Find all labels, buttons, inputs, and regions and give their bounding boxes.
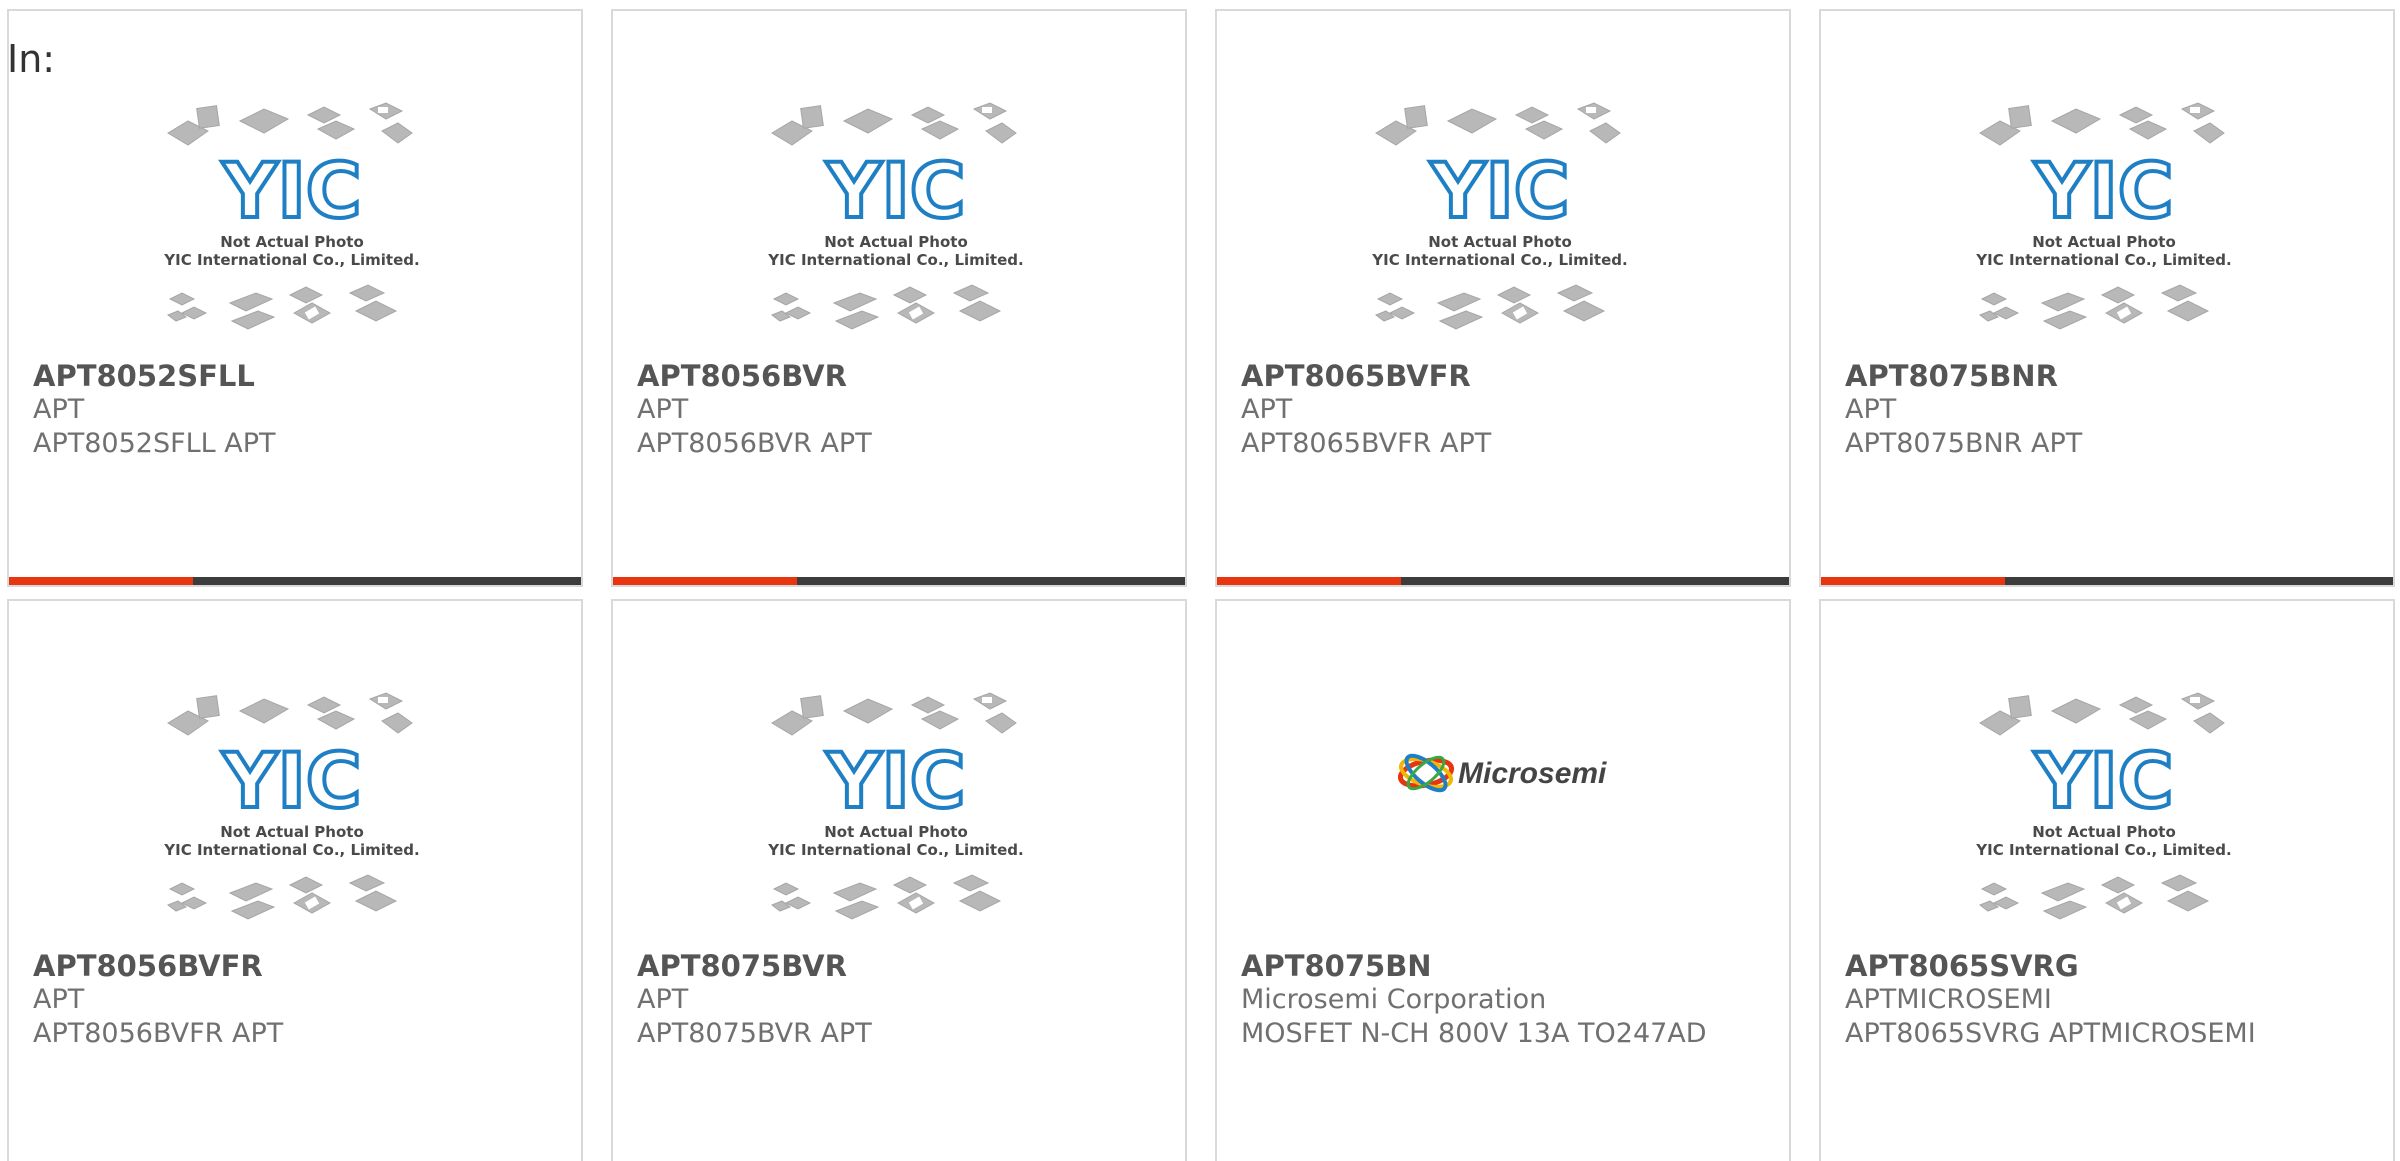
yic-company-text: YIC International Co., Limited. (767, 841, 1023, 859)
yic-logo-text: YIC (825, 146, 965, 235)
yic-logo-text: YIC (221, 146, 361, 235)
not-actual-photo-text: Not Actual Photo (220, 233, 364, 251)
not-actual-photo-text: Not Actual Photo (824, 823, 968, 841)
placeholder-photo-icon: YIC Not Actual Photo YIC International C… (767, 102, 1024, 330)
description: APT8056BVR APT (637, 428, 872, 459)
card-bottom-bar (1821, 577, 2393, 585)
manufacturer: APT (1845, 394, 1897, 425)
product-photo-placeholder[interactable]: YIC Not Actual Photo YIC International C… (613, 689, 1185, 951)
product-photo-placeholder[interactable]: YIC Not Actual Photo YIC International C… (9, 689, 581, 951)
placeholder-photo-icon: YIC Not Actual Photo YIC International C… (163, 102, 420, 330)
card-accent-bar (1217, 577, 1401, 585)
card-accent-bar (1821, 577, 2005, 585)
manufacturer: Microsemi Corporation (1241, 984, 1547, 1015)
product-photo-placeholder[interactable]: YIC Not Actual Photo YIC International C… (1821, 689, 2393, 951)
placeholder-photo-icon: YIC Not Actual Photo YIC International C… (1975, 692, 2232, 920)
yic-company-text: YIC International Co., Limited. (163, 251, 419, 269)
microsemi-logo-icon: Microsemi (1398, 753, 1607, 793)
description: MOSFET N-CH 800V 13A TO247AD (1241, 1018, 1707, 1049)
part-number[interactable]: APT8065SVRG (1845, 949, 2381, 983)
product-card[interactable]: YIC Not Actual Photo YIC International C… (7, 9, 583, 587)
card-bottom-bar (1217, 577, 1789, 585)
product-card[interactable]: YIC Not Actual Photo YIC International C… (611, 599, 1187, 1161)
manufacturer: APTMICROSEMI (1845, 984, 2052, 1015)
product-photo-placeholder[interactable]: YIC Not Actual Photo YIC International C… (1217, 99, 1789, 361)
in-label: In: (7, 37, 56, 81)
yic-company-text: YIC International Co., Limited. (163, 841, 419, 859)
part-number[interactable]: APT8052SFLL (33, 359, 569, 393)
card-accent-bar (9, 577, 193, 585)
product-card[interactable]: YIC Not Actual Photo YIC International C… (1215, 9, 1791, 587)
manufacturer: APT (33, 394, 85, 425)
not-actual-photo-text: Not Actual Photo (824, 233, 968, 251)
manufacturer: APT (33, 984, 85, 1015)
product-card[interactable]: YIC Not Actual Photo YIC International C… (1819, 599, 2395, 1161)
part-number[interactable]: APT8075BN (1241, 949, 1777, 983)
not-actual-photo-text: Not Actual Photo (2032, 233, 2176, 251)
part-number[interactable]: APT8075BVR (637, 949, 1173, 983)
manufacturer: APT (1241, 394, 1293, 425)
yic-logo-text: YIC (2033, 146, 2173, 235)
card-bottom-bar (9, 577, 581, 585)
yic-company-text: YIC International Co., Limited. (1975, 251, 2231, 269)
manufacturer: APT (637, 394, 689, 425)
product-photo-placeholder[interactable]: YIC Not Actual Photo YIC International C… (9, 99, 581, 361)
yic-logo-text: YIC (825, 736, 965, 825)
part-number[interactable]: APT8056BVR (637, 359, 1173, 393)
yic-company-text: YIC International Co., Limited. (1371, 251, 1627, 269)
description: APT8065BVFR APT (1241, 428, 1492, 459)
card-accent-bar (613, 577, 797, 585)
placeholder-photo-icon: YIC Not Actual Photo YIC International C… (1371, 102, 1628, 330)
description: APT8052SFLL APT (33, 428, 276, 459)
not-actual-photo-text: Not Actual Photo (1428, 233, 1572, 251)
product-photo-placeholder[interactable]: YIC Not Actual Photo YIC International C… (613, 99, 1185, 361)
placeholder-photo-icon: YIC Not Actual Photo YIC International C… (767, 692, 1024, 920)
product-card[interactable]: YIC Not Actual Photo YIC International C… (611, 9, 1187, 587)
part-number[interactable]: APT8075BNR (1845, 359, 2381, 393)
not-actual-photo-text: Not Actual Photo (220, 823, 364, 841)
part-number[interactable]: APT8056BVFR (33, 949, 569, 983)
description: APT8065SVRG APTMICROSEMI (1845, 1018, 2256, 1049)
not-actual-photo-text: Not Actual Photo (2032, 823, 2176, 841)
product-card[interactable]: YIC Not Actual Photo YIC International C… (7, 599, 583, 1161)
product-photo-placeholder[interactable]: YIC Not Actual Photo YIC International C… (1821, 99, 2393, 361)
description: APT8075BVR APT (637, 1018, 872, 1049)
yic-company-text: YIC International Co., Limited. (767, 251, 1023, 269)
yic-logo-text: YIC (2033, 736, 2173, 825)
yic-logo-text: YIC (221, 736, 361, 825)
manufacturer: APT (637, 984, 689, 1015)
microsemi-logo[interactable]: Microsemi (1217, 751, 1789, 795)
yic-logo-text: YIC (1429, 146, 1569, 235)
microsemi-logo-text: Microsemi (1458, 757, 1607, 790)
yic-company-text: YIC International Co., Limited. (1975, 841, 2231, 859)
placeholder-photo-icon: YIC Not Actual Photo YIC International C… (1975, 102, 2232, 330)
description: APT8075BNR APT (1845, 428, 2083, 459)
product-card[interactable]: YIC Not Actual Photo YIC International C… (1819, 9, 2395, 587)
part-number[interactable]: APT8065BVFR (1241, 359, 1777, 393)
card-bottom-bar (613, 577, 1185, 585)
product-card[interactable]: Microsemi APT8075BN Microsemi Corporatio… (1215, 599, 1791, 1161)
product-grid-page: In: YIC Not Actual Photo YIC Internation… (0, 0, 2400, 1161)
description: APT8056BVFR APT (33, 1018, 284, 1049)
placeholder-photo-icon: YIC Not Actual Photo YIC International C… (163, 692, 420, 920)
